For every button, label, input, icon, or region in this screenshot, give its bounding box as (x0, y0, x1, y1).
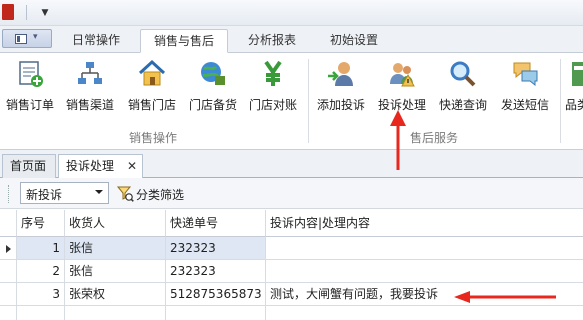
store-reconcile-icon (264, 60, 282, 86)
column-header-tracking[interactable]: 快递单号 (166, 210, 266, 237)
group-divider (560, 59, 561, 143)
cell-content[interactable] (266, 306, 583, 320)
sales-channel-button[interactable]: 销售渠道 (62, 57, 118, 119)
cell-content[interactable] (266, 237, 583, 260)
send-sms-button[interactable]: 发送短信 (494, 57, 556, 119)
sales-order-label: 销售订单 (5, 98, 54, 112)
ribbon-tab-sales[interactable]: 销售与售后 (140, 29, 228, 53)
tab-label: 投诉处理 (66, 159, 115, 173)
ribbon-tab-strip: ▾ 日常操作 销售与售后 分析报表 初始设置 (0, 26, 583, 53)
store-stock-icon (201, 62, 225, 85)
cell-seq[interactable] (17, 306, 65, 320)
sales-order-button[interactable]: 销售订单 (2, 57, 58, 119)
column-header-seq[interactable]: 序号 (17, 210, 65, 237)
cell-content[interactable]: 测试，大闸蟹有问题，我要投诉 (266, 283, 583, 306)
category-button[interactable]: 品类 (564, 57, 583, 119)
ribbon-tab-settings[interactable]: 初始设置 (316, 29, 392, 53)
complaint-handling-button[interactable]: 投诉处理 (372, 57, 432, 119)
express-search-icon (450, 61, 476, 87)
store-stock-button[interactable]: 门店备货 (184, 57, 242, 119)
cell-tracking[interactable]: 232323 (166, 260, 266, 283)
app-logo-icon (2, 4, 14, 20)
tab-complaint-handling[interactable]: 投诉处理 ✕ (58, 154, 143, 179)
chevron-down-icon (95, 190, 103, 194)
category-filter-button[interactable]: 分类筛选 (114, 183, 192, 203)
filter-label: 分类筛选 (136, 188, 185, 202)
close-icon[interactable]: ✕ (127, 155, 137, 177)
cell-tracking[interactable]: 512875365873 (166, 283, 266, 306)
aftersales-group-label: 售后服务 (409, 131, 458, 145)
title-bar: ▼ (0, 0, 583, 26)
group-divider (308, 59, 309, 143)
ribbon-tab-reports[interactable]: 分析报表 (234, 29, 310, 53)
add-complaint-label: 添加投诉 (316, 98, 365, 112)
add-complaint-button[interactable]: 添加投诉 (312, 57, 370, 119)
filter-icon (116, 186, 134, 202)
row-indicator[interactable] (0, 283, 17, 306)
cell-seq[interactable]: 1 (17, 237, 65, 260)
row-indicator[interactable] (0, 260, 17, 283)
quick-access-dropdown-icon[interactable]: ▼ (38, 6, 52, 20)
titlebar-divider (26, 5, 27, 20)
select-value: 新投诉 (26, 188, 63, 202)
complaint-grid: 序号 收货人 快递单号 投诉内容|处理内容 1 张信 232323 2 张信 2… (0, 210, 583, 320)
category-icon (572, 62, 583, 86)
express-search-label: 快递查询 (438, 98, 487, 112)
send-sms-icon (513, 62, 538, 87)
cell-content[interactable] (266, 260, 583, 283)
express-search-button[interactable]: 快递查询 (434, 57, 492, 119)
tab-home[interactable]: 首页面 (2, 154, 56, 178)
app-menu-button[interactable]: ▾ (2, 29, 52, 48)
store-reconcile-label: 门店对账 (248, 98, 297, 112)
send-sms-label: 发送短信 (500, 98, 549, 112)
store-button[interactable]: 销售门店 (122, 57, 182, 119)
current-row-icon (6, 245, 11, 253)
grid-toolbar: 新投诉 分类筛选 (0, 178, 583, 209)
row-indicator[interactable] (0, 306, 17, 320)
store-label: 销售门店 (127, 98, 176, 112)
cell-seq[interactable]: 2 (17, 260, 65, 283)
document-tab-strip: 首页面 投诉处理 ✕ (0, 150, 583, 179)
row-indicator[interactable] (0, 237, 17, 260)
sales-channel-label: 销售渠道 (65, 98, 114, 112)
complaint-handling-label: 投诉处理 (377, 98, 426, 112)
cell-seq[interactable]: 3 (17, 283, 65, 306)
add-complaint-icon (328, 62, 353, 86)
column-header-content[interactable]: 投诉内容|处理内容 (266, 210, 583, 237)
store-stock-label: 门店备货 (188, 98, 237, 112)
toolbar-grip[interactable] (8, 185, 11, 203)
complaint-status-select[interactable]: 新投诉 (20, 182, 109, 204)
app-menu-icon (15, 34, 27, 44)
sales-order-icon (19, 61, 43, 87)
complaint-handling-icon (390, 63, 415, 87)
ribbon-panel: 销售订单 销售渠道 销售门店 门店备货 门店对账 销售操作 添加投诉 投诉处理 … (0, 53, 583, 150)
sales-channel-icon (78, 62, 102, 84)
cell-receiver[interactable] (65, 306, 166, 320)
sales-group-label: 销售操作 (128, 131, 177, 145)
cell-receiver[interactable]: 张信 (65, 237, 166, 260)
store-icon (138, 59, 166, 86)
cell-tracking[interactable] (166, 306, 266, 320)
chevron-down-icon: ▾ (33, 32, 38, 42)
ribbon-tab-daily[interactable]: 日常操作 (58, 29, 134, 53)
cell-tracking[interactable]: 232323 (166, 237, 266, 260)
cell-receiver[interactable]: 张荣权 (65, 283, 166, 306)
column-header-receiver[interactable]: 收货人 (65, 210, 166, 237)
grid-corner (0, 210, 17, 237)
store-reconcile-button[interactable]: 门店对账 (244, 57, 302, 119)
category-label: 品类 (565, 98, 583, 112)
cell-receiver[interactable]: 张信 (65, 260, 166, 283)
